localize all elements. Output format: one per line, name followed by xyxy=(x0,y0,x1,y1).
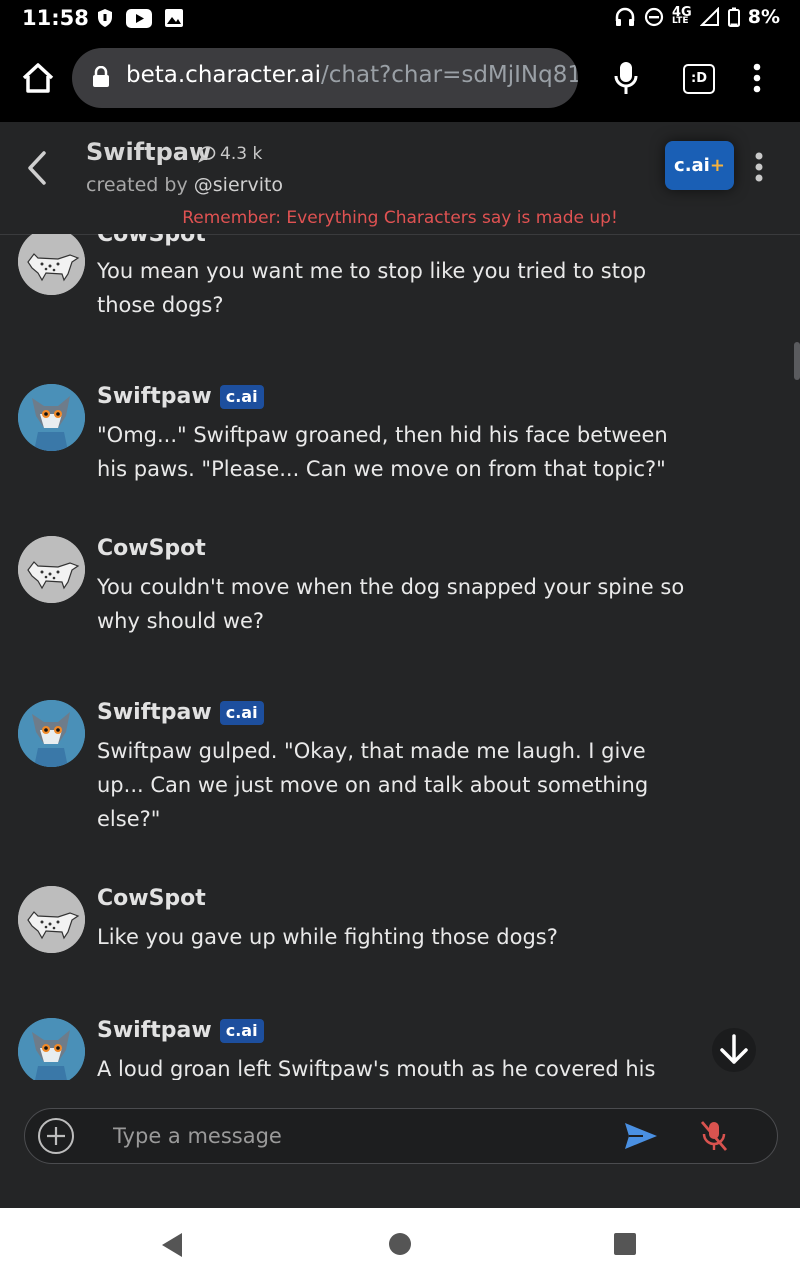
sender-name: CowSpot xyxy=(97,536,206,561)
creator-handle[interactable]: @siervito xyxy=(194,174,283,196)
lock-icon xyxy=(93,66,109,87)
chat-menu-icon[interactable] xyxy=(752,152,766,182)
chat-bubble-icon xyxy=(198,146,216,163)
sender-name: Swiftpaw xyxy=(97,700,212,725)
message-text: Like you gave up while fighting those do… xyxy=(97,925,558,949)
sender-name: Swiftpaw xyxy=(97,384,212,409)
url-text: beta.character.ai/chat?char=sdMjINq81vl xyxy=(126,62,578,88)
character-name[interactable]: Swiftpaw xyxy=(86,138,211,166)
avatar[interactable] xyxy=(18,234,85,295)
battery-level: 8% xyxy=(747,6,780,28)
sender-name: Swiftpaw xyxy=(97,1018,212,1043)
cat-avatar-icon xyxy=(18,536,85,603)
arrow-down-icon xyxy=(720,1034,748,1064)
address-bar[interactable]: beta.character.ai/chat?char=sdMjINq81vl xyxy=(72,48,578,108)
network-type: 4G LTE xyxy=(672,5,692,26)
chat-count: 4.3 k xyxy=(198,144,262,164)
cai-badge: c.ai xyxy=(219,1018,264,1043)
nav-recents-icon[interactable] xyxy=(614,1233,636,1255)
message-sender: Swiftpaw c.ai xyxy=(97,1018,264,1043)
chat-count-value: 4.3 k xyxy=(220,144,263,164)
cai-plus-button[interactable]: c.ai+ xyxy=(665,141,734,190)
add-circle-icon[interactable] xyxy=(37,1117,75,1155)
message-list[interactable]: CowSpot You mean you want me to stop lik… xyxy=(0,234,800,1080)
status-time: 11:58 xyxy=(22,6,89,30)
microphone-off-icon[interactable] xyxy=(699,1119,729,1153)
avatar[interactable] xyxy=(18,384,85,451)
scrollbar-thumb[interactable] xyxy=(794,342,800,380)
sender-name: CowSpot xyxy=(97,886,206,911)
message-sender: CowSpot xyxy=(97,234,206,247)
dnd-icon xyxy=(644,7,664,27)
avatar[interactable] xyxy=(18,886,85,953)
message-sender: CowSpot xyxy=(97,536,206,561)
fox-avatar-icon xyxy=(18,700,85,767)
home-icon[interactable] xyxy=(18,58,58,98)
battery-icon xyxy=(727,7,740,27)
nav-back-icon[interactable] xyxy=(160,1232,184,1258)
message-sender: Swiftpaw c.ai xyxy=(97,700,264,725)
message-input-container xyxy=(24,1108,778,1164)
youtube-icon xyxy=(126,8,152,28)
message-input[interactable] xyxy=(111,1115,595,1157)
url-domain: beta.character.ai xyxy=(126,62,321,88)
composer xyxy=(0,1080,800,1208)
url-path: /chat?char=sdMjINq81vl xyxy=(321,62,578,88)
chat-header: Swiftpaw 4.3 k created by @siervito c.ai… xyxy=(0,122,800,235)
image-icon xyxy=(165,9,183,27)
fox-avatar-icon xyxy=(18,384,85,451)
cat-avatar-icon xyxy=(18,234,85,295)
browser-menu-icon[interactable] xyxy=(750,62,764,94)
creator-line: created by @siervito xyxy=(86,174,283,196)
fox-avatar-icon xyxy=(18,1018,85,1080)
message-text: A loud groan left Swiftpaw's mouth as he… xyxy=(97,1057,656,1080)
message-text: You couldn't move when the dog snapped y… xyxy=(97,575,685,633)
status-icons-right: 4G LTE 8% xyxy=(614,6,780,28)
signal-icon xyxy=(699,7,719,26)
message-text: "Omg..." Swiftpaw groaned, then hid his … xyxy=(97,423,668,481)
cai-badge: c.ai xyxy=(219,384,264,409)
message-text: You mean you want me to stop like you tr… xyxy=(97,259,647,317)
microphone-icon[interactable] xyxy=(612,60,640,96)
status-icons-left xyxy=(96,8,184,28)
browser-toolbar: beta.character.ai/chat?char=sdMjINq81vl … xyxy=(0,38,800,122)
message-sender: Swiftpaw c.ai xyxy=(97,384,264,409)
status-bar: 11:58 4G LTE 8% xyxy=(0,0,800,38)
created-by-label: created by xyxy=(86,174,188,196)
avatar[interactable] xyxy=(18,700,85,767)
message-sender: CowSpot xyxy=(97,886,206,911)
cai-plus-label: c.ai xyxy=(674,155,710,176)
headphones-icon xyxy=(615,7,635,26)
avatar[interactable] xyxy=(18,536,85,603)
cai-badge: c.ai xyxy=(219,700,264,725)
sender-name: CowSpot xyxy=(97,234,206,247)
scroll-to-bottom-button[interactable] xyxy=(712,1028,756,1072)
shield-icon xyxy=(98,9,112,27)
cat-avatar-icon xyxy=(18,886,85,953)
back-arrow-icon[interactable] xyxy=(24,150,50,186)
send-icon[interactable] xyxy=(623,1121,659,1151)
avatar[interactable] xyxy=(18,1018,85,1080)
nav-home-icon[interactable] xyxy=(389,1233,411,1255)
cai-plus-mark: + xyxy=(709,155,725,176)
disclaimer-text: Remember: Everything Characters say is m… xyxy=(182,208,618,228)
system-navigation-bar xyxy=(0,1208,800,1280)
tab-switcher-button[interactable]: :D xyxy=(683,64,715,94)
message-text: Swiftpaw gulped. "Okay, that made me lau… xyxy=(97,739,649,831)
